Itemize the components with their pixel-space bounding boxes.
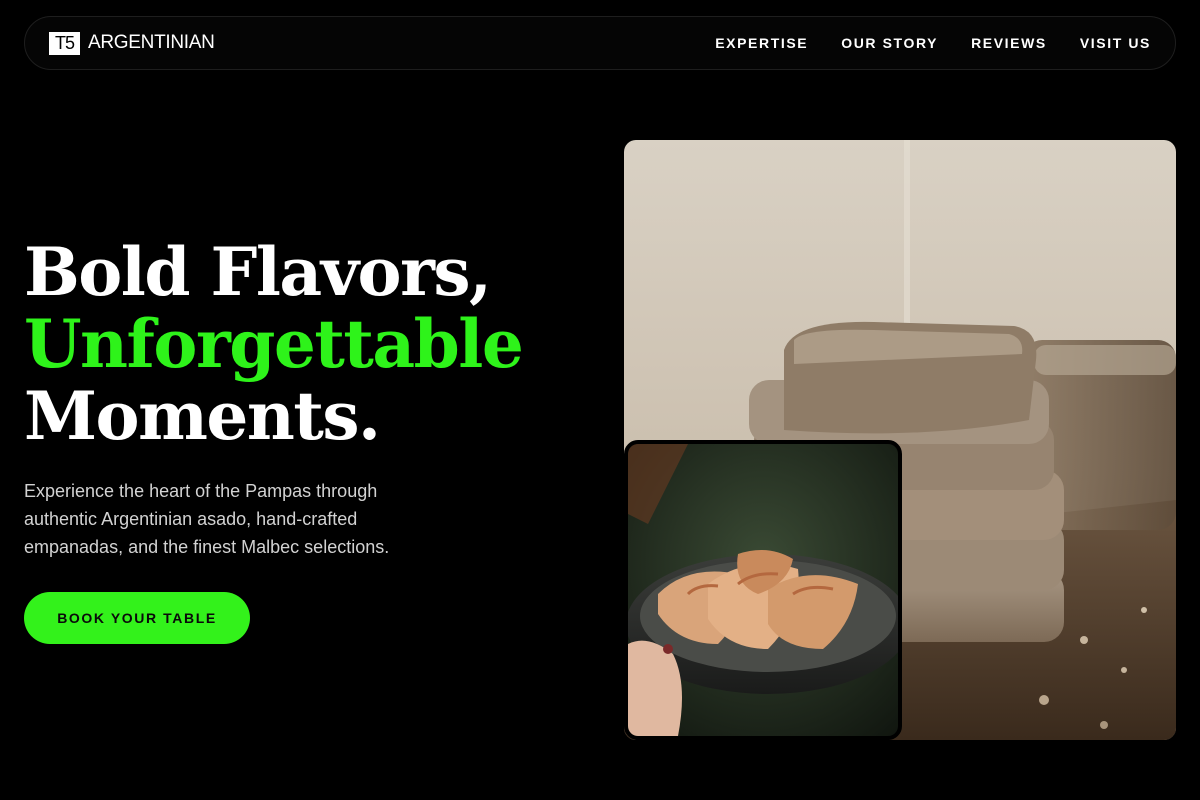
top-navbar: T5 ARGENTINIAN EXPERTISE OUR STORY REVIE… [24, 16, 1176, 70]
nav-links: EXPERTISE OUR STORY REVIEWS VISIT US [715, 35, 1151, 51]
nav-link-expertise[interactable]: EXPERTISE [715, 35, 808, 51]
empanadas-photo [624, 440, 902, 740]
hero-title-line-2: Unforgettable [24, 305, 524, 383]
hero-title: Bold Flavors, Unforgettable Moments. [24, 236, 604, 452]
brand-logo[interactable]: T5 ARGENTINIAN [49, 31, 215, 55]
hero-title-line-3: Moments. [24, 377, 381, 455]
nav-link-visit-us[interactable]: VISIT US [1080, 35, 1151, 51]
book-table-button[interactable]: BOOK YOUR TABLE [24, 592, 250, 644]
hero-subtitle: Experience the heart of the Pampas throu… [24, 481, 390, 557]
brand-mark: T5 [49, 31, 81, 55]
nav-link-our-story[interactable]: OUR STORY [841, 35, 938, 51]
brand-name: ARGENTINIAN [88, 32, 215, 53]
nav-link-reviews[interactable]: REVIEWS [971, 35, 1047, 51]
hero-title-line-1: Bold Flavors, [24, 233, 492, 311]
